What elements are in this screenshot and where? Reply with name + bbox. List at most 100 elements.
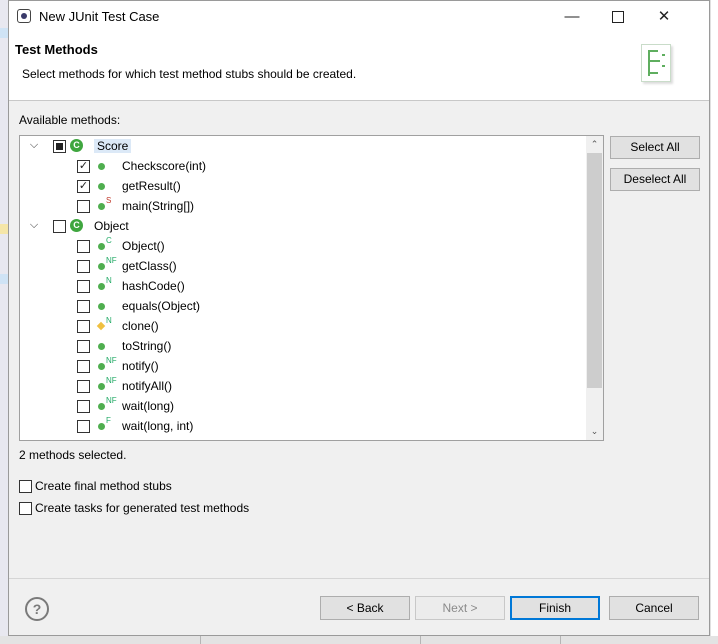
tree-scrollbar[interactable]: ⌃ ⌄ [586,136,603,440]
tree-checkbox[interactable] [77,260,90,273]
tree-method-row[interactable]: NF notifyAll() [20,376,586,396]
wizard-header: Test Methods Select methods for which te… [9,32,709,101]
class-icon: C [70,139,83,152]
method-name-label: notifyAll() [122,379,173,393]
tree-checkbox[interactable] [77,420,90,433]
tree-checkbox[interactable] [77,380,90,393]
tree-method-row[interactable]: equals(Object) [20,296,586,316]
back-button[interactable]: < Back [320,596,410,620]
method-modifier-badge: F [106,416,111,425]
tree-checkbox[interactable] [53,140,66,153]
background-editor-line [0,108,8,118]
tree-checkbox[interactable]: ✓ [77,160,90,173]
tree-method-row[interactable]: NF wait(long) [20,396,586,416]
final-stubs-checkbox[interactable] [19,480,32,493]
method-name-label: clone() [122,319,159,333]
method-modifier-badge: NF [106,396,117,405]
background-editor-line [0,28,8,38]
background-editor-line [0,130,8,140]
background-taskbar-strip [0,636,718,644]
close-button[interactable]: ✕ [641,1,687,32]
tree-checkbox[interactable] [53,220,66,233]
maximize-button[interactable] [595,1,641,32]
tree-class-row[interactable]: ⌵ C Score [20,136,586,156]
method-name-label: equals(Object) [122,299,201,313]
tree-method-row[interactable]: NF getClass() [20,256,586,276]
method-modifier-badge: NF [106,376,117,385]
finish-button[interactable]: Finish [510,596,600,620]
method-modifier-badge: N [106,316,112,325]
tree-method-row[interactable]: ✓ Checkscore(int) [20,156,586,176]
class-name-label: Score [94,139,132,153]
method-modifier-badge: S [106,196,112,205]
scroll-up-icon[interactable]: ⌃ [586,136,603,153]
public-method-icon [98,363,105,370]
method-name-label: Checkscore(int) [122,159,207,173]
method-modifier-badge: NF [106,356,117,365]
method-name-label: wait(long) [122,399,175,413]
class-icon: C [70,219,83,232]
next-button: Next > [415,596,505,620]
method-name-label: Object() [122,239,165,253]
protected-method-icon [96,321,106,331]
tree-checkbox[interactable]: ✓ [77,180,90,193]
tree-checkbox[interactable] [77,280,90,293]
tree-checkbox[interactable] [77,400,90,413]
public-method-icon [98,263,105,270]
method-name-label: wait(long, int) [122,419,194,433]
tree-checkbox[interactable] [77,240,90,253]
generate-tasks-label: Create tasks for generated test methods [35,501,250,515]
tree-method-row[interactable]: NF notify() [20,356,586,376]
tree-method-row[interactable]: Smain(String[]) [20,196,586,216]
method-name-label: getResult() [122,179,181,193]
public-method-icon [98,383,105,390]
tree-method-row[interactable]: Nclone() [20,316,586,336]
tree-method-row[interactable]: C Object() [20,236,586,256]
footer-divider [9,578,709,579]
tree-checkbox[interactable] [77,340,90,353]
window-title: New JUnit Test Case [39,9,160,24]
method-name-label: notify() [122,359,159,373]
background-editor-line [0,224,8,234]
class-name-label: Object [94,219,129,233]
new-junit-test-case-dialog: New JUnit Test Case — ✕ Test Methods Sel… [8,0,710,636]
tree-method-row[interactable]: Fwait(long, int) [20,416,586,436]
public-method-icon [98,243,105,250]
expand-chevron-icon[interactable]: ⌵ [28,139,40,151]
method-name-label: toString() [122,339,172,353]
scroll-down-icon[interactable]: ⌄ [586,423,603,440]
tree-method-row[interactable]: toString() [20,336,586,356]
public-method-icon [98,183,105,190]
tree-checkbox[interactable] [77,360,90,373]
tree-checkbox[interactable] [77,320,90,333]
tree-class-row[interactable]: ⌵ C Object [20,216,586,236]
minimize-button[interactable]: — [549,1,595,32]
methods-tree[interactable]: ⌵ C Score ✓ Checkscore(int) ✓ getResult() Smain… [19,135,604,441]
expand-chevron-icon[interactable]: ⌵ [28,219,40,231]
tree-method-row[interactable]: ✓ getResult() [20,176,586,196]
select-all-button[interactable]: Select All [610,136,700,159]
method-modifier-badge: C [106,236,112,245]
available-methods-label: Available methods: [19,113,121,127]
public-method-icon [98,303,105,310]
tree-checkbox[interactable] [77,200,90,213]
deselect-all-button[interactable]: Deselect All [610,168,700,191]
page-description: Select methods for which test method stu… [22,67,357,81]
cancel-button[interactable]: Cancel [609,596,699,620]
page-title: Test Methods [15,42,98,57]
method-modifier-badge: N [106,276,112,285]
help-icon[interactable]: ? [25,597,49,621]
eclipse-app-icon [17,9,31,23]
tree-checkbox[interactable] [77,300,90,313]
selected-count-status: 2 methods selected. [19,448,127,462]
tree-method-row[interactable]: NhashCode() [20,276,586,296]
title-bar[interactable]: New JUnit Test Case — ✕ [9,1,709,32]
junit-wizard-icon [641,44,671,82]
generate-tasks-checkbox[interactable] [19,502,32,515]
final-stubs-label: Create final method stubs [35,479,172,493]
public-method-icon [98,423,105,430]
method-name-label: getClass() [122,259,177,273]
public-method-icon [98,163,105,170]
background-editor-strip [0,0,8,644]
scrollbar-thumb[interactable] [587,153,602,388]
